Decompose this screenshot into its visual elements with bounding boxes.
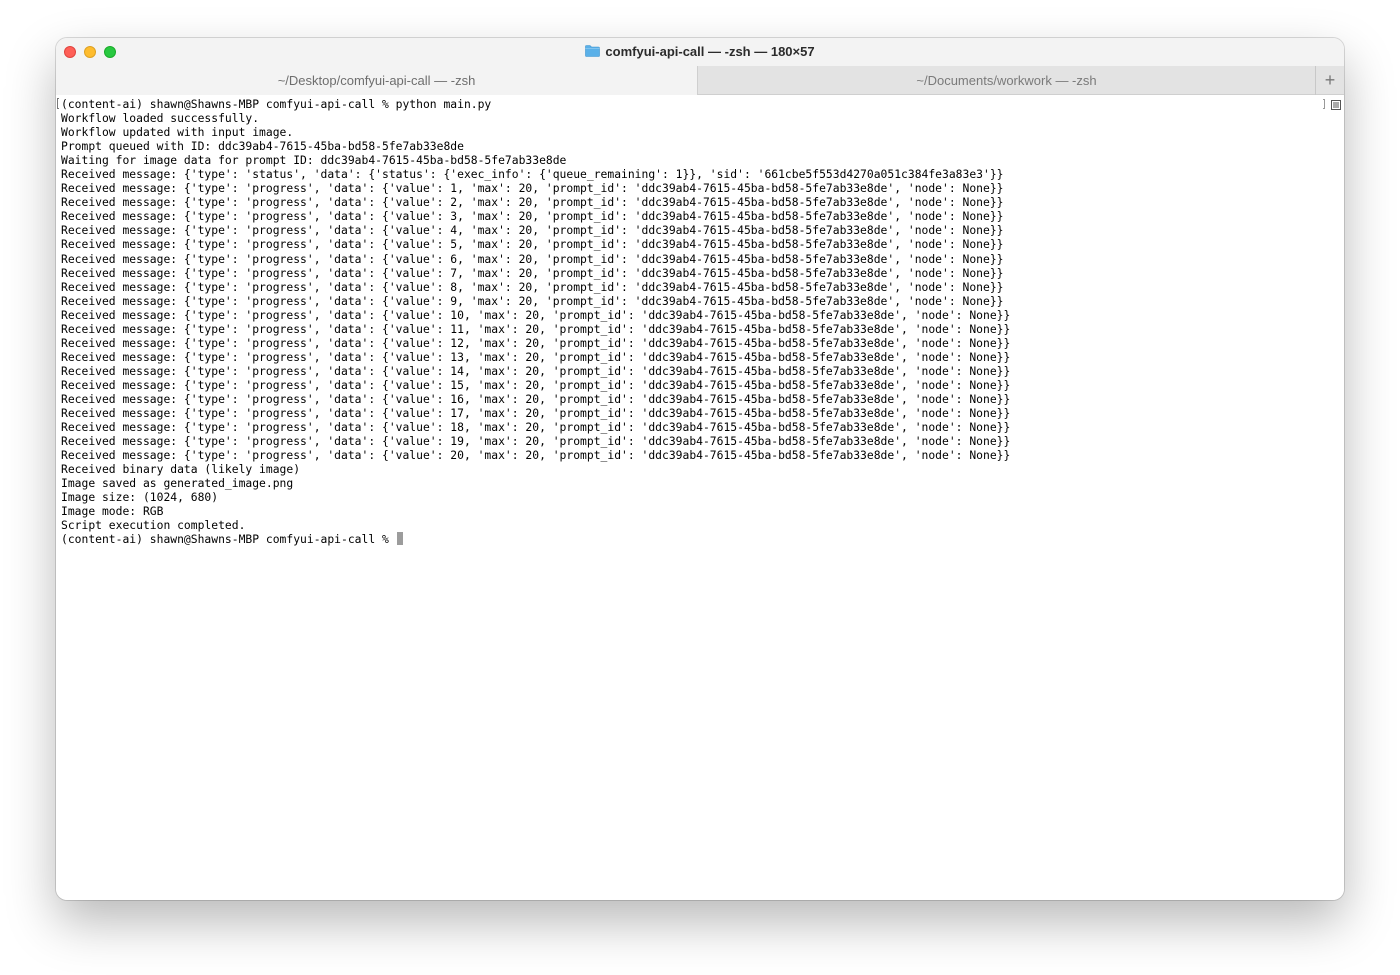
- terminal-window: comfyui-api-call — -zsh — 180×57 ~/Deskt…: [56, 38, 1344, 900]
- terminal-line: Image size: (1024, 680): [61, 490, 219, 505]
- terminal-line: Received message: {'type': 'progress', '…: [61, 377, 1011, 392]
- terminal-line: Received message: {'type': 'progress', '…: [61, 363, 1011, 378]
- terminal-line: (content-ai) shawn@Shawns-MBP comfyui-ap…: [61, 97, 492, 111]
- scrollbar[interactable]: [1326, 95, 1344, 900]
- prompt-text: (content-ai) shawn@Shawns-MBP comfyui-ap…: [61, 532, 396, 547]
- terminal-output[interactable]: (content-ai) shawn@Shawns-MBP comfyui-ap…: [56, 95, 1326, 900]
- terminal-line: Received message: {'type': 'progress', '…: [61, 420, 1011, 435]
- tab-comfyui-api-call[interactable]: ~/Desktop/comfyui-api-call — -zsh: [56, 66, 698, 95]
- terminal-line: Prompt queued with ID: ddc39ab4-7615-45b…: [61, 139, 464, 154]
- terminal-line: Image mode: RGB: [61, 504, 164, 519]
- prompt-line[interactable]: (content-ai) shawn@Shawns-MBP comfyui-ap…: [61, 532, 1010, 546]
- terminal-line: Received message: {'type': 'status', 'da…: [61, 167, 1004, 182]
- terminal-line: Waiting for image data for prompt ID: dd…: [61, 153, 567, 168]
- title-bar[interactable]: comfyui-api-call — -zsh — 180×57: [56, 38, 1344, 66]
- terminal-line: Received message: {'type': 'progress', '…: [61, 307, 1011, 322]
- terminal-line: Received binary data (likely image): [61, 462, 301, 477]
- terminal-line: Received message: {'type': 'progress', '…: [61, 237, 1004, 252]
- command-mark-icon: [57, 98, 59, 109]
- terminal-line: Received message: {'type': 'progress', '…: [61, 195, 1004, 210]
- terminal-line: Received message: {'type': 'progress', '…: [61, 335, 1011, 350]
- terminal-line: Script execution completed.: [61, 518, 246, 533]
- terminal-lines: (content-ai) shawn@Shawns-MBP comfyui-ap…: [61, 97, 1010, 547]
- terminal-line: Workflow updated with input image.: [61, 125, 294, 140]
- terminal-line: Received message: {'type': 'progress', '…: [61, 251, 1004, 266]
- terminal-line: Received message: {'type': 'progress', '…: [61, 448, 1011, 463]
- terminal-line: Image saved as generated_image.png: [61, 476, 294, 491]
- marks-list-icon[interactable]: [1331, 97, 1341, 110]
- window-title-text: comfyui-api-call — -zsh — 180×57: [605, 44, 815, 59]
- window-title: comfyui-api-call — -zsh — 180×57: [56, 38, 1344, 66]
- terminal-line: Received message: {'type': 'progress', '…: [61, 223, 1004, 238]
- tab-bar: ~/Desktop/comfyui-api-call — -zsh ~/Docu…: [56, 66, 1344, 95]
- text-cursor: [396, 532, 404, 546]
- terminal-line: Received message: {'type': 'progress', '…: [61, 293, 1004, 308]
- terminal-line: Received message: {'type': 'progress', '…: [61, 209, 1004, 224]
- terminal-line: Received message: {'type': 'progress', '…: [61, 434, 1011, 449]
- terminal-line: Received message: {'type': 'progress', '…: [61, 279, 1004, 294]
- new-tab-button[interactable]: +: [1316, 66, 1344, 94]
- terminal-line: Received message: {'type': 'progress', '…: [61, 406, 1011, 421]
- folder-icon: [585, 45, 601, 57]
- terminal-line: Received message: {'type': 'progress', '…: [61, 349, 1011, 364]
- terminal-line: Received message: {'type': 'progress', '…: [61, 391, 1011, 406]
- mark-end-icon: [1323, 99, 1325, 109]
- terminal-line: Received message: {'type': 'progress', '…: [61, 181, 1004, 196]
- tab-workwork[interactable]: ~/Documents/workwork — -zsh: [698, 66, 1316, 95]
- terminal-line: Received message: {'type': 'progress', '…: [61, 265, 1004, 280]
- terminal-line: Workflow loaded successfully.: [61, 111, 260, 126]
- terminal-line: Received message: {'type': 'progress', '…: [61, 321, 1011, 336]
